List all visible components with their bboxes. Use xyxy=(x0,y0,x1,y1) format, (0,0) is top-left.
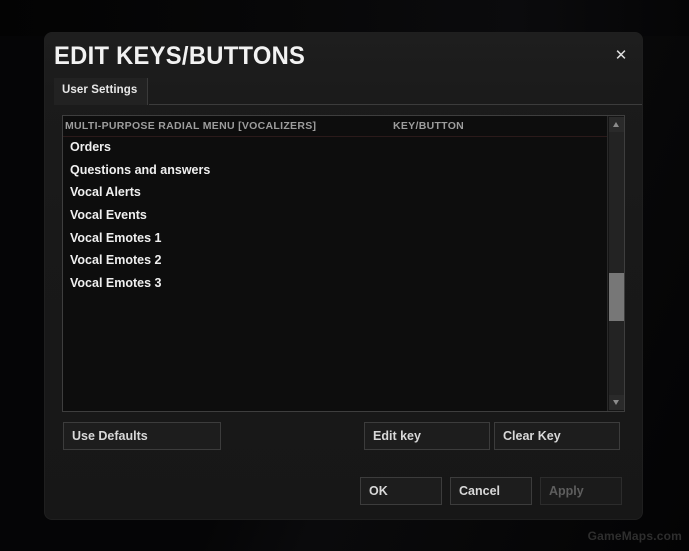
row-action-label: Questions and answers xyxy=(70,162,211,177)
tab-underline xyxy=(149,104,642,105)
keybind-list-panel: MULTI-PURPOSE RADIAL MENU [VOCALIZERS] K… xyxy=(62,115,625,412)
row-action-label: Vocal Emotes 1 xyxy=(70,230,162,245)
ok-label: OK xyxy=(369,484,388,498)
table-row[interactable]: Vocal Emotes 3 xyxy=(63,273,624,296)
watermark: GameMaps.com xyxy=(587,529,682,543)
clear-key-label: Clear Key xyxy=(503,429,561,443)
cancel-label: Cancel xyxy=(459,484,500,498)
background-band xyxy=(0,0,689,36)
use-defaults-label: Use Defaults xyxy=(72,429,148,443)
dialog-body: EDIT KEYS/BUTTONS ✕ User Settings MULTI-… xyxy=(45,33,642,519)
table-row[interactable]: Questions and answers xyxy=(63,160,624,183)
edit-key-label: Edit key xyxy=(373,429,421,443)
use-defaults-button[interactable]: Use Defaults xyxy=(63,422,221,450)
table-row[interactable]: Vocal Emotes 2 xyxy=(63,250,624,273)
row-action-label: Vocal Alerts xyxy=(70,185,141,200)
tab-user-settings-label: User Settings xyxy=(62,84,138,96)
scrollbar-track[interactable] xyxy=(609,132,624,395)
scrollbar-thumb[interactable] xyxy=(609,273,624,321)
edit-keys-dialog: EDIT KEYS/BUTTONS ✕ User Settings MULTI-… xyxy=(45,33,642,519)
page-title: EDIT KEYS/BUTTONS xyxy=(54,42,306,70)
table-row[interactable]: Vocal Emotes 1 xyxy=(63,228,624,251)
row-action-label: Vocal Emotes 2 xyxy=(70,253,162,268)
clear-key-button[interactable]: Clear Key xyxy=(494,422,620,450)
cancel-button[interactable]: Cancel xyxy=(450,477,532,505)
scroll-down-arrow-icon[interactable] xyxy=(609,395,624,410)
close-icon[interactable]: ✕ xyxy=(610,45,632,67)
tab-user-settings[interactable]: User Settings xyxy=(54,78,148,105)
ok-button[interactable]: OK xyxy=(360,477,442,505)
table-row[interactable]: Orders xyxy=(63,137,624,160)
column-header-action: MULTI-PURPOSE RADIAL MENU [VOCALIZERS] xyxy=(65,120,317,132)
scroll-up-arrow-icon[interactable] xyxy=(609,117,624,132)
apply-button: Apply xyxy=(540,477,622,505)
edit-key-button[interactable]: Edit key xyxy=(364,422,490,450)
table-row[interactable]: Vocal Alerts xyxy=(63,182,624,205)
scroll-up-arrow-glyph xyxy=(613,122,619,127)
list-column-header: MULTI-PURPOSE RADIAL MENU [VOCALIZERS] K… xyxy=(63,116,624,137)
keybind-rows: Orders Questions and answers Vocal Alert… xyxy=(63,137,624,411)
scroll-down-arrow-glyph xyxy=(613,400,619,405)
list-scrollbar[interactable] xyxy=(607,116,624,411)
tab-bar: User Settings xyxy=(45,78,642,106)
row-action-label: Vocal Emotes 3 xyxy=(70,276,162,291)
apply-label: Apply xyxy=(549,484,584,498)
column-header-key: KEY/BUTTON xyxy=(393,120,465,132)
row-action-label: Vocal Events xyxy=(70,208,147,223)
table-row[interactable]: Vocal Events xyxy=(63,205,624,228)
row-action-label: Orders xyxy=(70,140,111,154)
